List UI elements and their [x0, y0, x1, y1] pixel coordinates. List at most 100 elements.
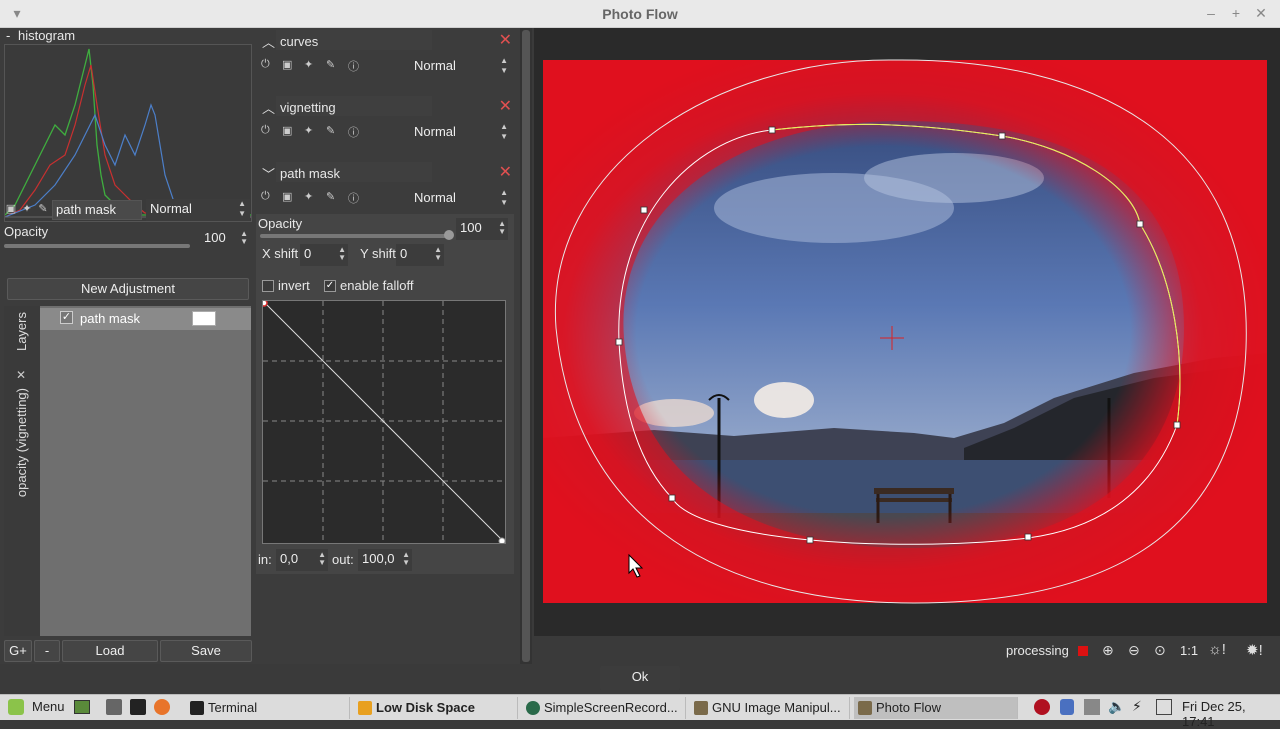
- tab-layers[interactable]: Layers: [14, 312, 29, 351]
- mask-icon[interactable]: ▣: [282, 124, 292, 137]
- edit-icon[interactable]: ✎: [36, 202, 50, 216]
- curves-blend-select[interactable]: Normal ▲ ▼: [410, 56, 512, 78]
- vignetting-blend-select[interactable]: Normal ▲ ▼: [410, 122, 512, 144]
- power-icon[interactable]: ⏻: [261, 190, 270, 203]
- opacity-slider[interactable]: [260, 234, 452, 238]
- pin-icon[interactable]: ✦: [304, 124, 313, 137]
- falloff-curve-editor[interactable]: [260, 299, 506, 545]
- mint-logo-icon[interactable]: [8, 699, 24, 715]
- layer-visible-checkbox[interactable]: ✓: [60, 311, 73, 324]
- curve-point-start[interactable]: [260, 299, 268, 307]
- visibility-icon[interactable]: ▣: [4, 202, 18, 216]
- terminal-launcher-icon[interactable]: [130, 699, 146, 715]
- in-spin[interactable]: 0,0 ▲ ▼: [276, 549, 328, 571]
- opacity-label: Opacity: [4, 224, 49, 239]
- vignetting-header[interactable]: ︿ vignetting ✕: [256, 96, 514, 118]
- shadows-clip-icon[interactable]: ☼!: [1208, 641, 1226, 658]
- falloff-curve[interactable]: [260, 299, 506, 545]
- info-icon[interactable]: ⓘ: [348, 190, 359, 206]
- close-icon[interactable]: ✕: [499, 30, 512, 50]
- task-simplescreenrecorder[interactable]: SimpleScreenRecord...: [522, 697, 686, 719]
- info-icon[interactable]: ⓘ: [348, 124, 359, 140]
- spin-arrows-icon: ▲ ▼: [240, 229, 248, 246]
- xshift-spin[interactable]: 0 ▲ ▼: [300, 244, 348, 266]
- volume-icon[interactable]: 🔈: [1108, 698, 1125, 715]
- record-tray-icon[interactable]: [1034, 699, 1050, 715]
- edit-icon[interactable]: ✎: [326, 124, 335, 137]
- zoom-1-1-button[interactable]: 1:1: [1180, 643, 1198, 658]
- opacity-spin[interactable]: 100 ▲ ▼: [200, 228, 250, 250]
- load-button[interactable]: Load: [62, 640, 158, 662]
- firefox-icon[interactable]: [154, 699, 170, 715]
- spin-arrows-icon: ▲ ▼: [500, 56, 508, 75]
- path-mask-blend-select[interactable]: Normal ▲ ▼: [410, 188, 512, 210]
- zoom-in-icon[interactable]: ⊕: [1102, 642, 1114, 659]
- spin-arrows-icon: ▲ ▼: [318, 550, 326, 567]
- power-icon[interactable]: ⏻: [261, 124, 270, 137]
- save-button[interactable]: Save: [160, 640, 252, 662]
- new-adjustment-button[interactable]: New Adjustment: [7, 278, 249, 300]
- path-mask-header[interactable]: ﹀ path mask ✕: [256, 162, 514, 184]
- update-icon[interactable]: [1084, 699, 1100, 715]
- path-mask-settings: Opacity 100 ▲ ▼ X shift 0 ▲ ▼ Y shift 0 ▲ ▼…: [256, 214, 514, 574]
- layer-name-field[interactable]: path mask: [52, 200, 142, 220]
- slider-handle[interactable]: [444, 230, 454, 240]
- power-icon[interactable]: ⏻: [261, 58, 270, 71]
- image-viewer[interactable]: [534, 28, 1280, 636]
- files-icon[interactable]: [106, 699, 122, 715]
- out-spin[interactable]: 100,0 ▲ ▼: [358, 549, 412, 571]
- show-desktop-icon[interactable]: [74, 700, 90, 714]
- panel-scrollbar[interactable]: [520, 28, 532, 664]
- close-tab-icon[interactable]: ✕: [16, 368, 26, 382]
- group-add-button[interactable]: G+: [4, 640, 32, 662]
- clock[interactable]: Fri Dec 25, 17:41: [1182, 699, 1280, 729]
- edit-icon[interactable]: ✎: [326, 58, 335, 71]
- opacity-spin[interactable]: 100 ▲ ▼: [456, 218, 508, 240]
- close-icon[interactable]: ✕: [1252, 4, 1270, 22]
- highlights-clip-icon[interactable]: ✹!: [1246, 641, 1263, 659]
- tab-opacity-vignetting[interactable]: opacity (vignetting): [14, 388, 29, 497]
- menu-button[interactable]: Menu: [32, 699, 65, 714]
- falloff-checkbox[interactable]: ✓: [324, 280, 336, 292]
- opacity-slider[interactable]: [4, 244, 190, 248]
- curve-point-end[interactable]: [498, 537, 506, 545]
- remove-layer-button[interactable]: -: [34, 640, 60, 662]
- pin-icon[interactable]: ✦: [304, 58, 313, 71]
- maximize-icon[interactable]: +: [1227, 4, 1245, 22]
- pin-icon[interactable]: ✦: [20, 202, 34, 216]
- image-canvas[interactable]: [534, 28, 1280, 636]
- task-gimp[interactable]: GNU Image Manipul...: [690, 697, 850, 719]
- list-item[interactable]: ✓ path mask: [40, 308, 251, 330]
- shield-icon[interactable]: [1060, 699, 1074, 715]
- pin-icon[interactable]: ✦: [304, 190, 313, 203]
- scrollbar-thumb[interactable]: [522, 30, 530, 662]
- blend-mode-select[interactable]: Normal ▲ ▼: [146, 199, 250, 221]
- ok-button[interactable]: Ok: [600, 666, 680, 690]
- taskbar: Menu Terminal Low Disk Space SimpleScree…: [0, 694, 1280, 729]
- collapse-icon[interactable]: ︿: [262, 32, 275, 51]
- keyboard-icon[interactable]: [1156, 699, 1172, 715]
- collapse-icon[interactable]: ︿: [262, 98, 275, 117]
- mask-icon[interactable]: ▣: [282, 190, 292, 203]
- network-icon[interactable]: ⚡: [1132, 698, 1142, 715]
- histogram-header[interactable]: - histogram: [6, 28, 75, 43]
- task-low-disk-space[interactable]: Low Disk Space: [354, 697, 518, 719]
- yshift-spin[interactable]: 0 ▲ ▼: [396, 244, 444, 266]
- expand-icon[interactable]: ﹀: [262, 164, 275, 183]
- gimp-icon: [694, 701, 708, 715]
- info-icon[interactable]: ⓘ: [348, 58, 359, 74]
- edit-icon[interactable]: ✎: [326, 190, 335, 203]
- left-panel: - histogram ▣ ✦ ✎ path mask Normal ▲ ▼ Op…: [0, 28, 256, 664]
- task-label: Terminal: [208, 700, 258, 715]
- minimize-icon[interactable]: –: [1202, 4, 1220, 22]
- histogram-plot: [4, 48, 252, 218]
- task-terminal[interactable]: Terminal: [186, 697, 350, 719]
- invert-checkbox[interactable]: [262, 280, 274, 292]
- mask-icon[interactable]: ▣: [282, 58, 292, 71]
- close-icon[interactable]: ✕: [499, 162, 512, 182]
- zoom-out-icon[interactable]: ⊖: [1128, 642, 1140, 659]
- task-photo-flow[interactable]: Photo Flow: [854, 697, 1018, 719]
- zoom-fit-icon[interactable]: ⊙: [1154, 642, 1166, 659]
- close-icon[interactable]: ✕: [499, 96, 512, 116]
- curves-header[interactable]: ︿ curves ✕: [256, 30, 514, 52]
